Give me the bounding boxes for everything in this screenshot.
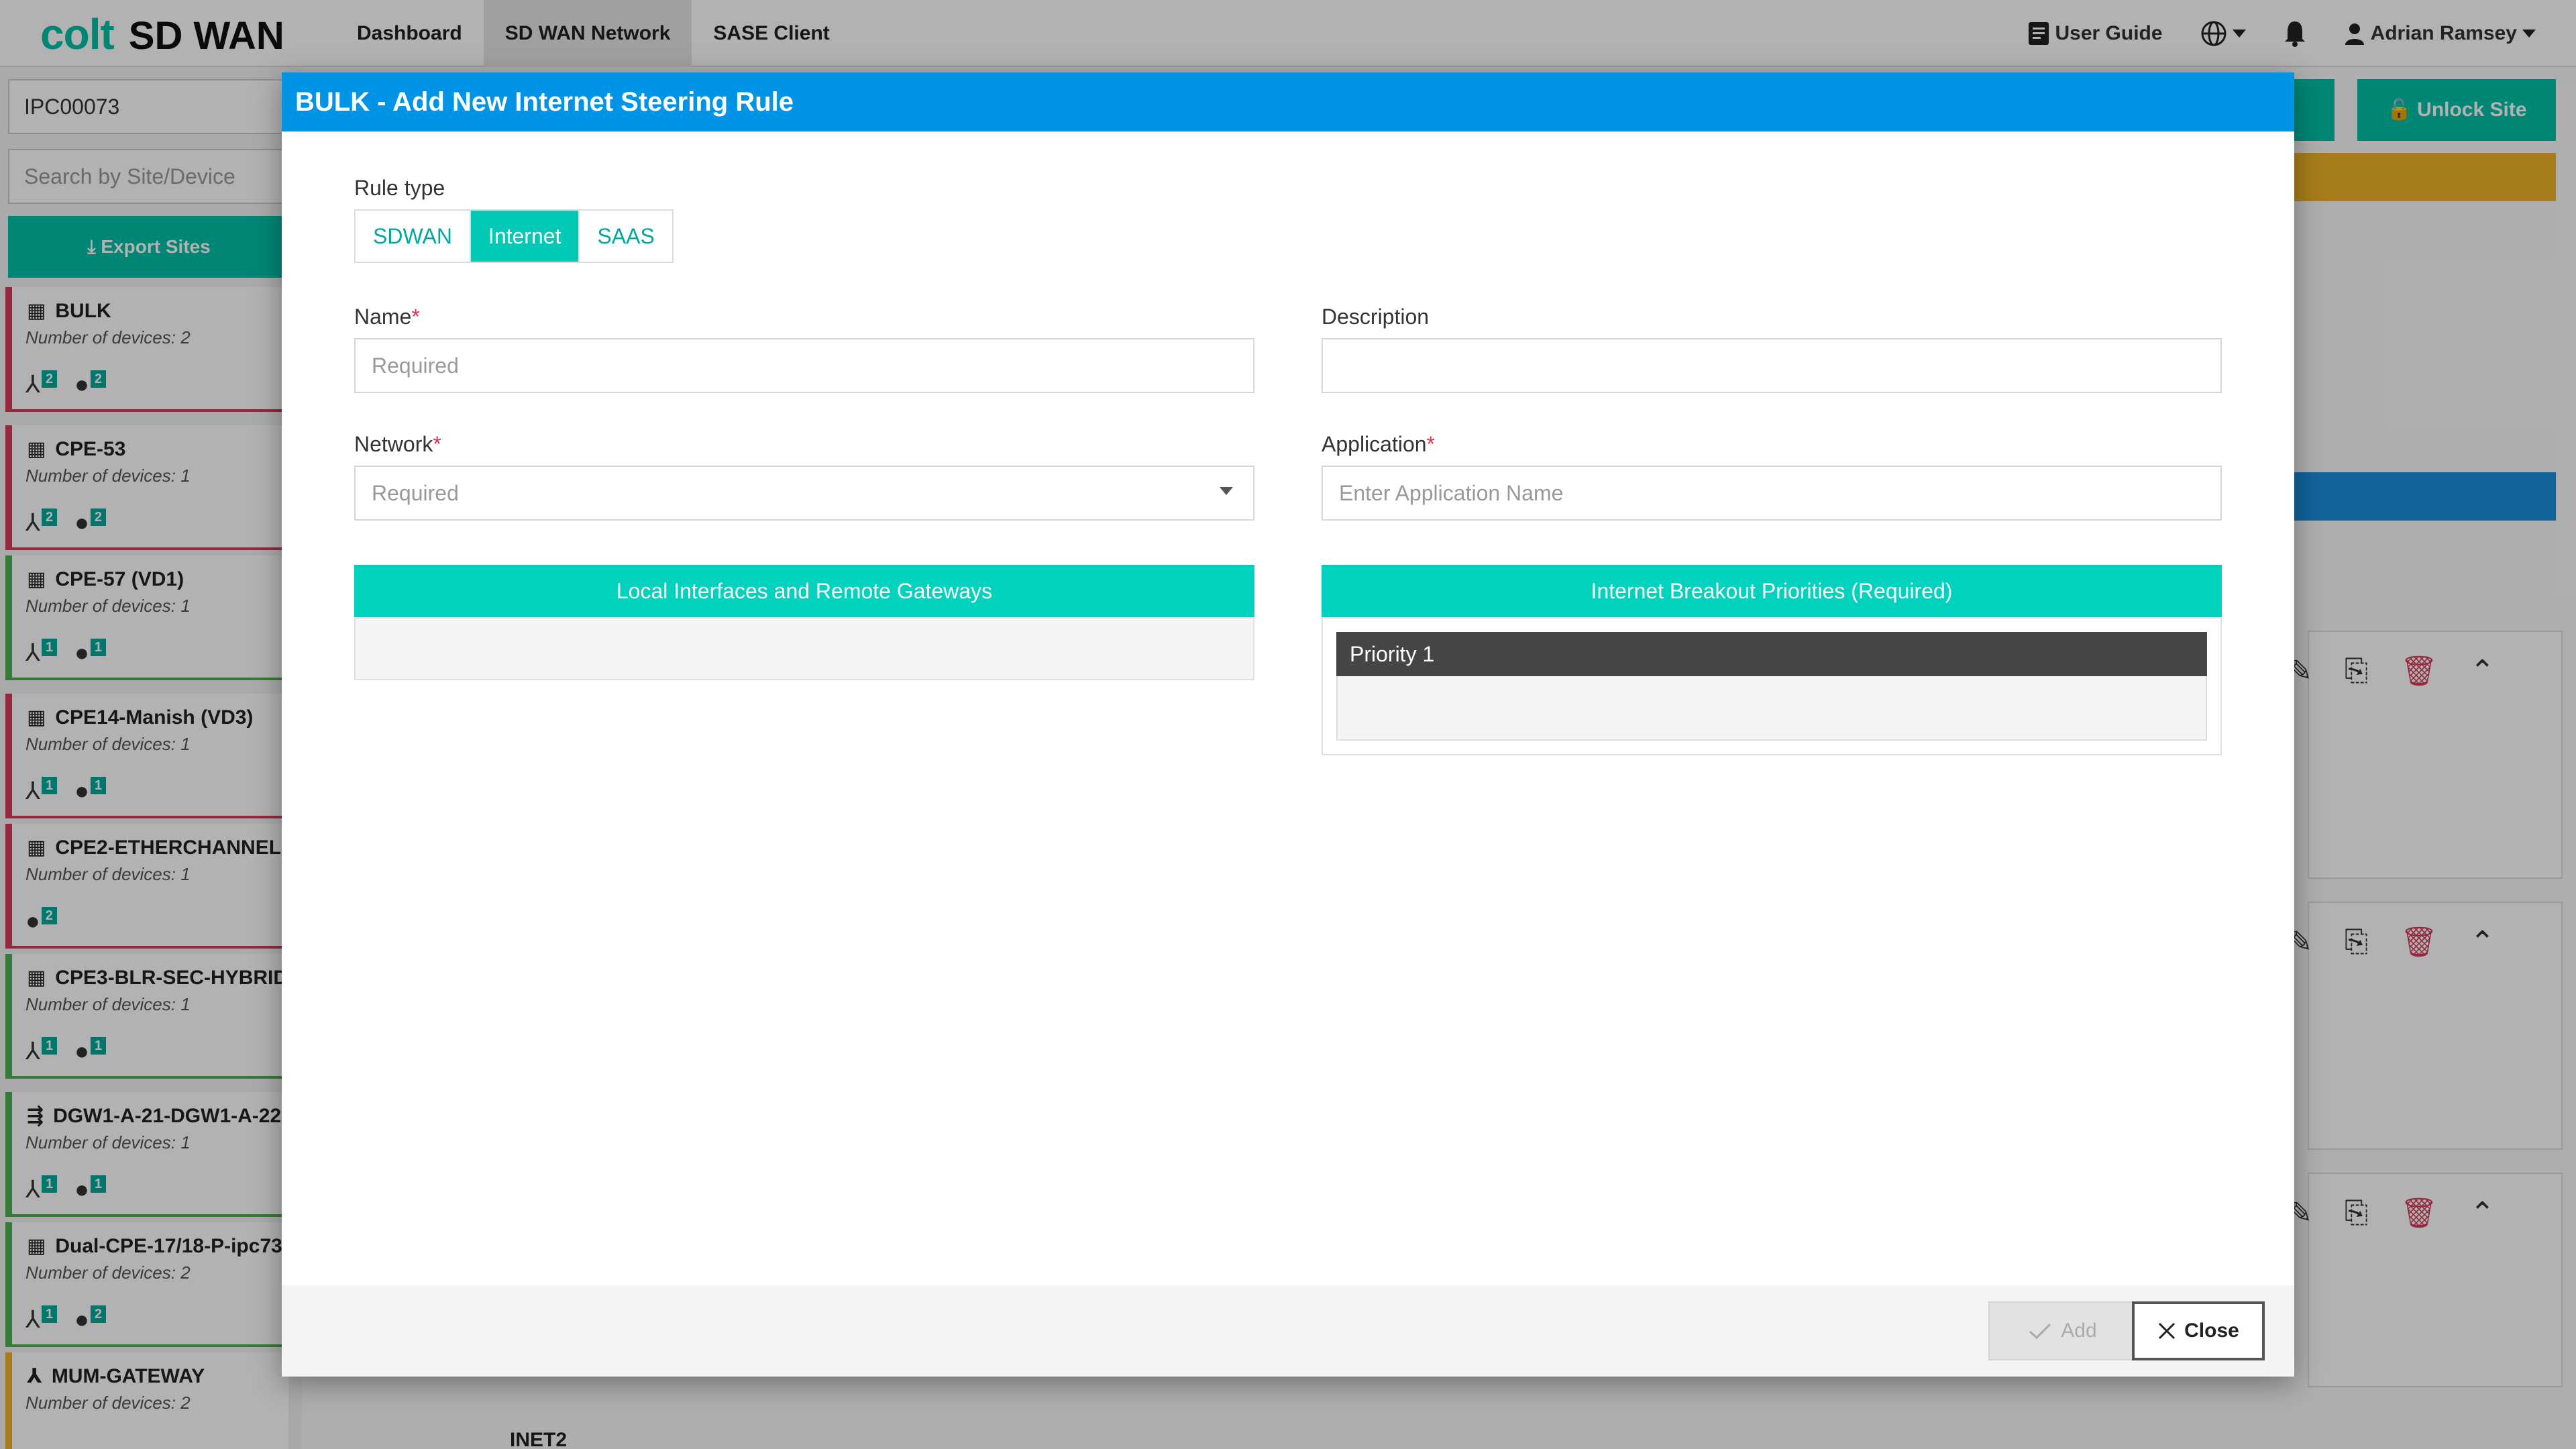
description-input[interactable] <box>1322 338 2222 393</box>
rule-type-toggle: SDWAN Internet SAAS <box>354 209 674 263</box>
close-button-label: Close <box>2184 1320 2239 1342</box>
priority-1-header: Priority 1 <box>1336 632 2207 676</box>
caret-down-icon <box>1220 487 1233 495</box>
name-input[interactable]: Required <box>354 338 1254 393</box>
application-input[interactable]: Enter Application Name <box>1322 466 2222 521</box>
priority-1-dropzone[interactable] <box>1336 676 2207 741</box>
application-label-text: Application <box>1322 432 1427 456</box>
network-label-text: Network <box>354 432 433 456</box>
local-interfaces-header: Local Interfaces and Remote Gateways <box>354 565 1254 617</box>
required-marker: * <box>433 432 441 456</box>
modal-title: BULK - Add New Internet Steering Rule <box>282 72 2294 131</box>
modal-footer: Add Close <box>282 1285 2294 1377</box>
required-marker: * <box>411 305 420 329</box>
required-marker: * <box>1426 432 1435 456</box>
close-icon <box>2159 1322 2176 1340</box>
network-select[interactable]: Required <box>354 466 1254 521</box>
check-icon <box>2029 1323 2051 1340</box>
local-interfaces-panel <box>354 617 1254 680</box>
name-label-text: Name <box>354 305 412 329</box>
network-label: Network* <box>354 432 441 457</box>
close-button[interactable]: Close <box>2132 1301 2265 1360</box>
network-select-value: Required <box>372 481 459 505</box>
breakout-priorities-header: Internet Breakout Priorities (Required) <box>1322 565 2222 617</box>
rule-type-sdwan[interactable]: SDWAN <box>356 211 470 262</box>
rule-type-label: Rule type <box>354 176 445 200</box>
rule-type-saas[interactable]: SAAS <box>578 211 672 262</box>
add-button-label: Add <box>2061 1320 2097 1342</box>
description-label: Description <box>1322 305 1430 329</box>
rule-type-internet[interactable]: Internet <box>469 211 579 262</box>
name-label: Name* <box>354 305 420 329</box>
add-steering-rule-modal: BULK - Add New Internet Steering Rule Ru… <box>282 72 2294 1377</box>
add-button[interactable]: Add <box>1988 1301 2137 1360</box>
application-label: Application* <box>1322 432 1435 457</box>
